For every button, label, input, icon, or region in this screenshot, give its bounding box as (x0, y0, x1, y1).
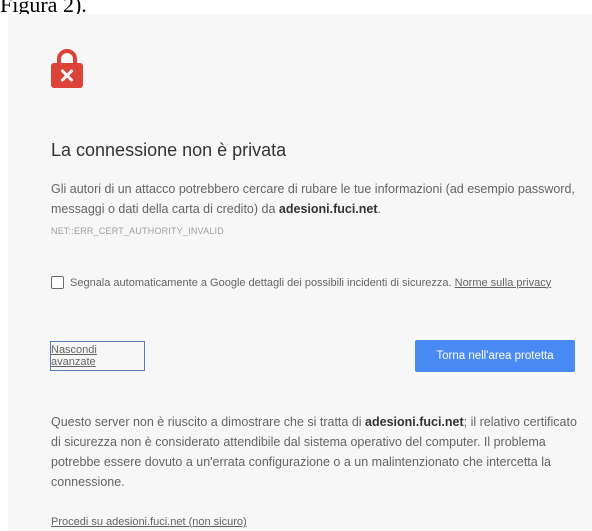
back-to-safety-button[interactable]: Torna nell'area protetta (415, 340, 575, 372)
report-option: Segnala automaticamente a Google dettagl… (51, 276, 581, 289)
ssl-warning-interstitial: La connessione non è privata Gli autori … (8, 14, 592, 531)
proceed-unsafe-link[interactable]: Procedi su adesioni.fuci.net (non sicuro… (51, 516, 247, 528)
lock-error-icon (50, 48, 84, 88)
description-end: . (377, 202, 382, 216)
domain-name: adesioni.fuci.net (278, 202, 378, 216)
page-title: La connessione non è privata (51, 140, 287, 160)
hide-advanced-button[interactable]: Nascondi avanzate (50, 341, 145, 371)
privacy-policy-link[interactable]: Norme sulla privacy (455, 277, 552, 289)
details-domain-name: adesioni.fuci.net (365, 415, 464, 429)
report-label: Segnala automaticamente a Google dettagl… (70, 276, 452, 289)
advanced-details: Questo server non è riuscito a dimostrar… (51, 412, 579, 492)
report-checkbox[interactable] (51, 276, 64, 289)
warning-description: Gli autori di un attacco potrebbero cerc… (51, 179, 576, 219)
error-code: NET::ERR_CERT_AUTHORITY_INVALID (51, 226, 224, 236)
details-text: Questo server non è riuscito a dimostrar… (51, 415, 366, 429)
